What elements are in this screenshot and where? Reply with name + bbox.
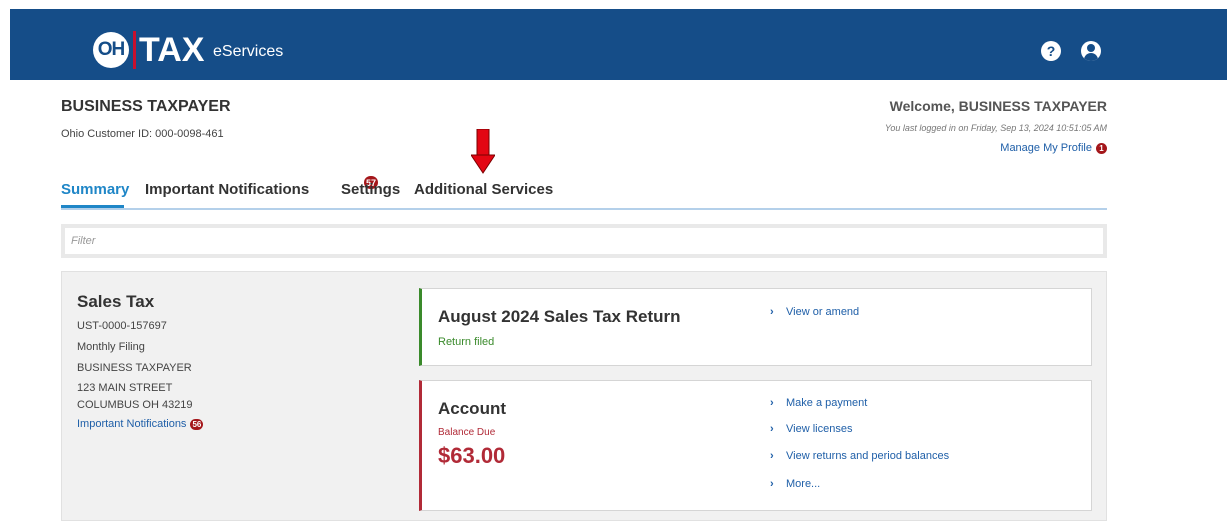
chevron-right-icon: › bbox=[770, 306, 774, 318]
chevron-right-icon: › bbox=[770, 397, 774, 409]
logo-tax-text[interactable]: TAX bbox=[139, 28, 204, 72]
account-holder-name: BUSINESS TAXPAYER bbox=[77, 362, 192, 374]
manage-profile-link[interactable]: Manage My Profile 1 bbox=[1000, 142, 1107, 154]
balance-due-label: Balance Due bbox=[438, 427, 496, 438]
chevron-right-icon: › bbox=[770, 478, 774, 490]
make-payment-label: Make a payment bbox=[786, 397, 868, 409]
logo-eservices-text[interactable]: eServices bbox=[213, 42, 283, 62]
main-tabs: Summary Important Notifications 57 Setti… bbox=[61, 176, 1107, 210]
view-returns-label: View returns and period balances bbox=[786, 450, 950, 462]
account-notifications-label: Important Notifications bbox=[77, 418, 187, 430]
profile-notification-badge: 1 bbox=[1096, 142, 1107, 154]
account-balance-card: Account Balance Due $63.00 › Make a payme… bbox=[419, 380, 1092, 511]
address-line-1: 123 MAIN STREET bbox=[77, 382, 173, 394]
more-link[interactable]: › More... bbox=[770, 478, 820, 490]
tab-summary[interactable]: Summary bbox=[61, 181, 129, 198]
chevron-right-icon: › bbox=[770, 423, 774, 435]
chevron-right-icon: › bbox=[770, 450, 774, 462]
user-account-icon[interactable] bbox=[1081, 41, 1101, 61]
tab-important-notifications[interactable]: Important Notifications bbox=[145, 181, 309, 198]
view-or-amend-label: View or amend bbox=[786, 306, 860, 318]
address-line-2: COLUMBUS OH 43219 bbox=[77, 399, 193, 411]
account-number: UST-0000-157697 bbox=[77, 320, 167, 332]
tab-settings[interactable]: Settings bbox=[341, 181, 400, 198]
account-panel: Sales Tax UST-0000-157697 Monthly Filing… bbox=[61, 271, 1107, 521]
logo-divider bbox=[133, 31, 136, 69]
more-label: More... bbox=[786, 478, 821, 490]
filter-input[interactable] bbox=[65, 228, 1103, 254]
filter-container bbox=[61, 224, 1107, 258]
balance-amount: $63.00 bbox=[438, 443, 506, 468]
view-returns-link[interactable]: › View returns and period balances bbox=[770, 450, 949, 462]
view-licenses-label: View licenses bbox=[786, 423, 853, 435]
account-notifications-badge: 56 bbox=[190, 418, 204, 430]
return-card: August 2024 Sales Tax Return Return file… bbox=[419, 288, 1092, 366]
account-notifications-link[interactable]: Important Notifications 56 bbox=[77, 418, 204, 430]
user-icon-body bbox=[1084, 53, 1098, 61]
manage-profile-label: Manage My Profile bbox=[1000, 142, 1092, 154]
make-payment-link[interactable]: › Make a payment bbox=[770, 397, 867, 409]
red-down-arrow-icon bbox=[471, 129, 495, 174]
top-banner: OH TAX eServices ? bbox=[10, 9, 1227, 80]
tab-additional-services[interactable]: Additional Services bbox=[414, 181, 553, 198]
taxpayer-name: BUSINESS TAXPAYER bbox=[61, 98, 231, 115]
help-icon[interactable]: ? bbox=[1041, 41, 1061, 61]
return-status: Return filed bbox=[438, 336, 495, 348]
view-licenses-link[interactable]: › View licenses bbox=[770, 423, 852, 435]
active-tab-indicator bbox=[61, 205, 124, 208]
last-login-info: You last logged in on Friday, Sep 13, 20… bbox=[884, 123, 1107, 133]
ohio-logo-circle[interactable]: OH bbox=[93, 32, 129, 68]
return-title: August 2024 Sales Tax Return bbox=[438, 307, 681, 326]
filing-frequency: Monthly Filing bbox=[77, 341, 145, 353]
user-icon-head bbox=[1087, 44, 1095, 52]
help-icon-glyph: ? bbox=[1046, 43, 1056, 59]
account-card-title: Account bbox=[438, 399, 506, 418]
logo-oh-text: OH bbox=[97, 39, 125, 60]
view-or-amend-link[interactable]: › View or amend bbox=[770, 306, 859, 318]
welcome-message: Welcome, BUSINESS TAXPAYER bbox=[889, 98, 1107, 114]
customer-id: Ohio Customer ID: 000-0098-461 bbox=[61, 128, 224, 140]
account-type-title: Sales Tax bbox=[77, 292, 155, 311]
